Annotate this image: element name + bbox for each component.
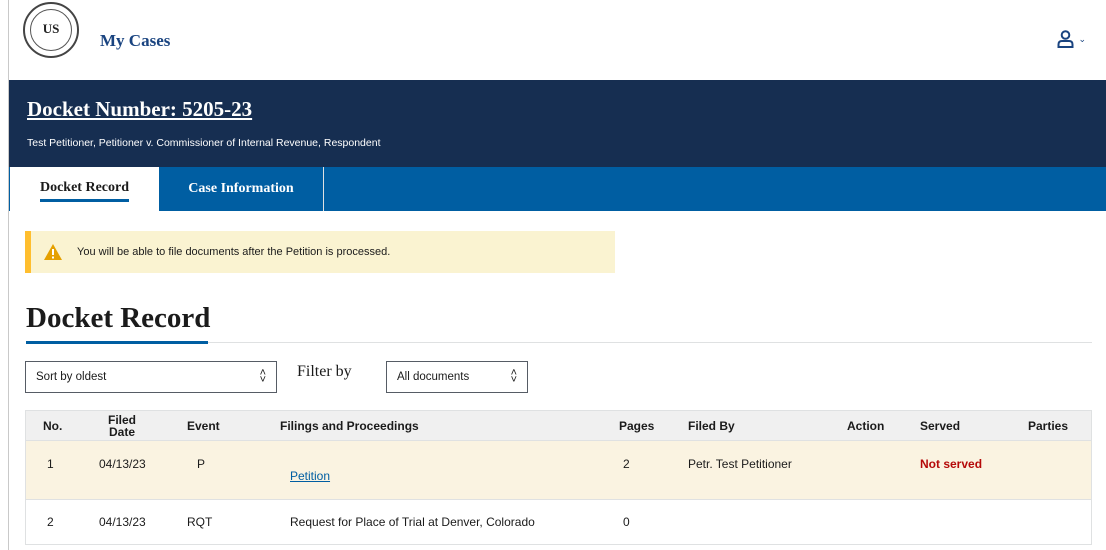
select-arrows-icon: ˄ ˅: [510, 367, 517, 386]
my-cases-link[interactable]: My Cases: [100, 31, 170, 51]
chevron-down-icon: ⌄: [1078, 33, 1086, 44]
table-header: No. Filed Date Event Filings and Proceed…: [26, 411, 1091, 441]
user-menu-button[interactable]: ⌄: [1057, 30, 1086, 48]
row-filed-by: Petr. Test Petitioner: [688, 457, 792, 471]
col-no: No.: [43, 419, 63, 433]
case-tabs: Docket Record Case Information: [9, 167, 1106, 211]
row-filed-date: 04/13/23: [99, 457, 146, 471]
filter-select-value: All documents: [397, 371, 470, 383]
title-divider: [208, 342, 1092, 343]
tab-case-information[interactable]: Case Information: [159, 167, 324, 211]
col-event: Event: [187, 419, 220, 433]
tab-label: Docket Record: [39, 180, 130, 202]
app-frame: US My Cases ⌄ Docket Number: 5205-23 Tes…: [8, 0, 1106, 550]
row-filed-date: 04/13/23: [99, 515, 146, 529]
case-banner: Docket Number: 5205-23 Test Petitioner, …: [9, 80, 1106, 167]
top-header: US My Cases ⌄: [9, 0, 1106, 80]
col-parties: Parties: [1028, 419, 1069, 433]
warning-icon: [44, 244, 62, 260]
seal-text: US: [42, 21, 60, 36]
col-filed-date: Filed Date: [107, 413, 136, 439]
served-status: Not served: [920, 457, 983, 471]
row-event: P: [197, 457, 206, 471]
sort-select-value: Sort by oldest: [36, 371, 107, 383]
row-no: 2: [47, 515, 54, 529]
user-icon: [1057, 30, 1074, 48]
filter-select[interactable]: All documents ˄ ˅: [386, 361, 528, 393]
page-title: Docket Record: [26, 302, 211, 334]
petition-link[interactable]: Petition: [290, 469, 330, 483]
case-caption: Test Petitioner, Petitioner v. Commissio…: [27, 137, 381, 149]
table-row: 1 04/13/23 P Petition 2 Petr. Test Petit…: [26, 441, 1091, 500]
col-filings: Filings and Proceedings: [280, 419, 419, 433]
row-pages: 0: [623, 515, 630, 529]
filter-label: Filter by: [297, 363, 352, 380]
col-filed-by: Filed By: [688, 419, 735, 433]
col-pages: Pages: [619, 419, 655, 433]
title-underline: [26, 341, 208, 344]
select-arrows-icon: ˄ ˅: [259, 367, 266, 386]
alert-message: You will be able to file documents after…: [77, 246, 391, 258]
docket-record-table: No. Filed Date Event Filings and Proceed…: [25, 410, 1092, 545]
col-served: Served: [920, 419, 961, 433]
row-pages: 2: [623, 457, 630, 471]
row-filing: Request for Place of Trial at Denver, Co…: [290, 515, 535, 529]
table-row: 2 04/13/23 RQT Request for Place of Tria…: [26, 500, 1091, 544]
row-no: 1: [47, 457, 54, 471]
tab-docket-record[interactable]: Docket Record: [10, 167, 159, 211]
court-seal-logo[interactable]: US: [23, 2, 79, 58]
docket-number-link[interactable]: Docket Number: 5205-23: [27, 97, 252, 122]
sort-select[interactable]: Sort by oldest ˄ ˅: [25, 361, 277, 393]
row-event: RQT: [187, 515, 213, 529]
tab-label: Case Information: [188, 181, 294, 196]
processing-alert: You will be able to file documents after…: [25, 231, 615, 273]
col-action: Action: [847, 419, 885, 433]
